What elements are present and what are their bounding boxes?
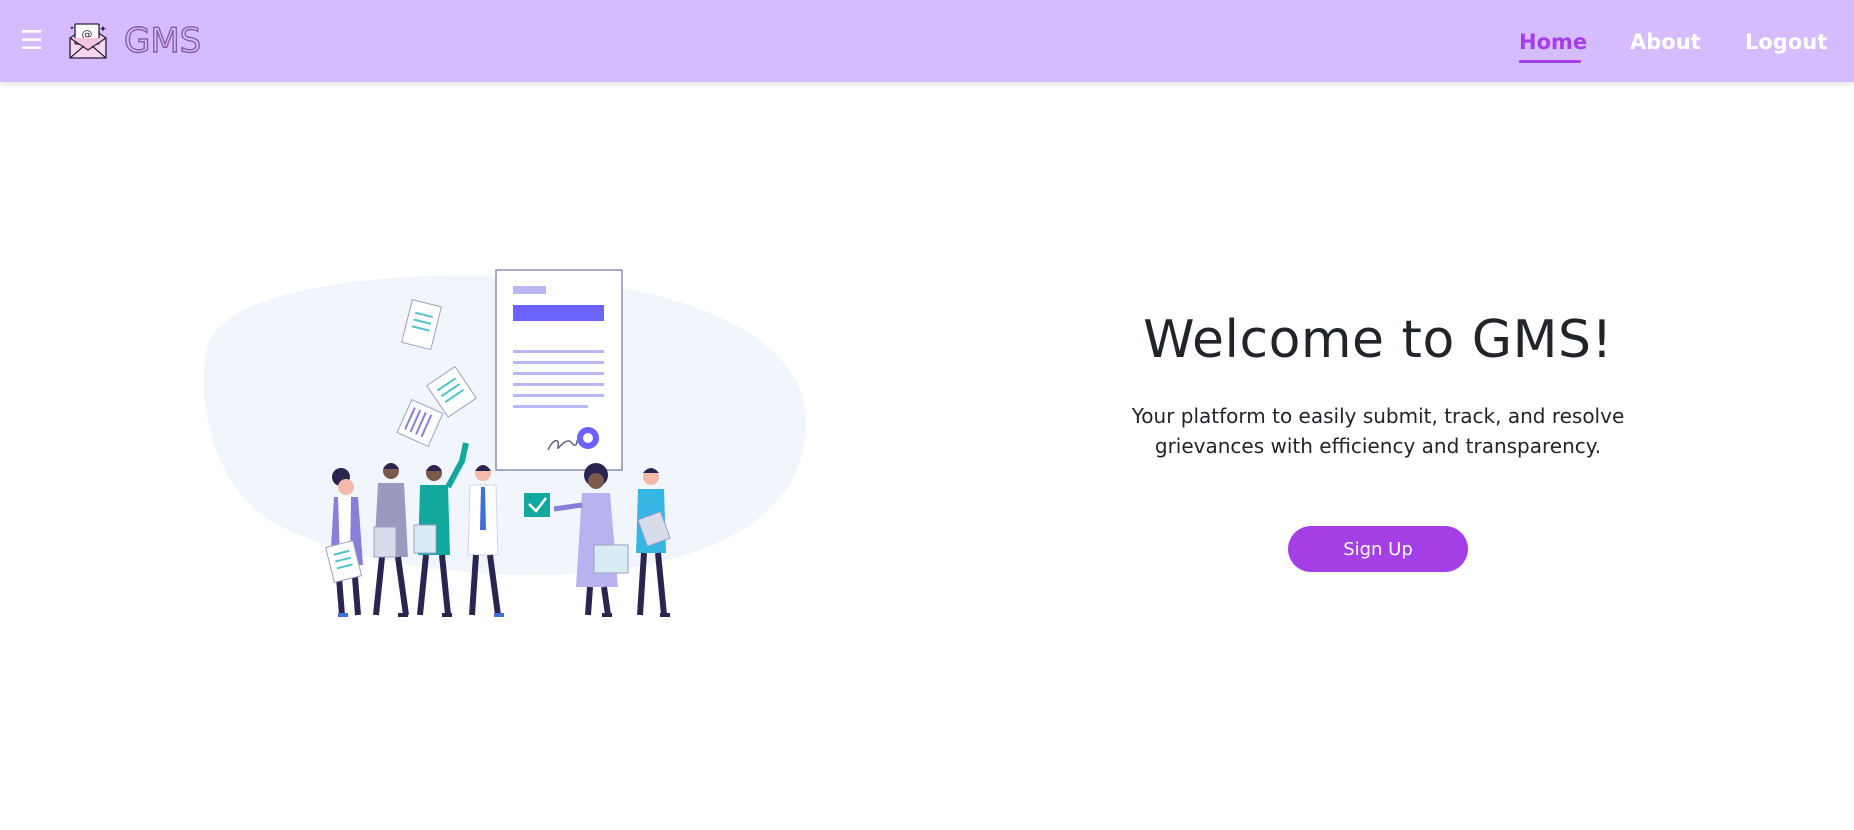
- welcome-heading: Welcome to GMS!: [1143, 310, 1613, 370]
- nav-link-about[interactable]: About: [1630, 28, 1701, 56]
- welcome-subtitle: Your platform to easily submit, track, a…: [1131, 404, 1625, 458]
- nav-link-home[interactable]: Home: [1519, 28, 1587, 56]
- active-nav-underline: [1519, 60, 1581, 63]
- brand-logo-text[interactable]: GMS: [123, 20, 202, 61]
- hamburger-menu-icon[interactable]: ☰: [20, 27, 43, 55]
- top-navbar: ☰ @ GMS Home About Logout: [0, 0, 1854, 82]
- mail-envelope-icon: @: [69, 23, 107, 59]
- nav-link-logout[interactable]: Logout: [1745, 28, 1827, 56]
- team-document-illustration: [203, 269, 807, 617]
- sign-up-button[interactable]: Sign Up: [1288, 526, 1468, 572]
